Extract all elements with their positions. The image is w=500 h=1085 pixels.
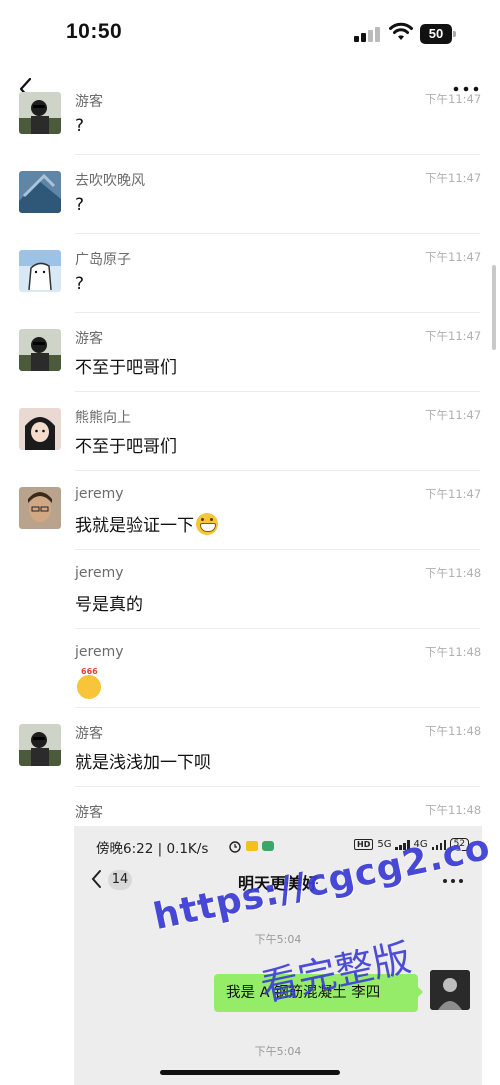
wifi-icon bbox=[389, 22, 413, 42]
sender-name: jeremy bbox=[75, 565, 124, 581]
message-text-content: 号是真的 bbox=[75, 595, 143, 615]
alarm-icon bbox=[229, 841, 241, 853]
message-time: 下午11:47 bbox=[425, 92, 482, 106]
cellular-signal-icon bbox=[354, 26, 382, 42]
message-item[interactable]: 游客 下午11:47 ? bbox=[0, 76, 500, 155]
message-item[interactable]: 去吹吹晚风 下午11:47 ? bbox=[0, 155, 500, 234]
message-text-content: ? bbox=[75, 274, 85, 294]
message-text bbox=[75, 667, 101, 699]
shield-icon bbox=[262, 841, 274, 851]
message-text-content: 不至于吧哥们 bbox=[75, 358, 177, 378]
message-text: ? bbox=[75, 274, 84, 294]
message-time: 下午11:47 bbox=[425, 250, 482, 264]
message-item[interactable]: 广岛原子 下午11:47 ? bbox=[0, 234, 500, 313]
message-item[interactable]: 游客 下午11:47 不至于吧哥们 bbox=[0, 313, 500, 392]
sender-name: 游客 bbox=[75, 726, 103, 742]
message-text: 不至于吧哥们 bbox=[75, 353, 177, 378]
embedded-timestamp: 下午5:04 bbox=[254, 933, 302, 946]
embedded-timestamp: 下午5:04 bbox=[254, 1045, 302, 1058]
message-text-content: ? bbox=[75, 116, 85, 136]
message-time: 下午11:47 bbox=[425, 171, 482, 185]
message-text-content: 就是浅浅加一下呗 bbox=[75, 753, 211, 773]
avatar bbox=[430, 970, 470, 1010]
message-text: 我就是验证一下 bbox=[75, 511, 218, 536]
avatar[interactable] bbox=[19, 487, 61, 529]
message-time: 下午11:48 bbox=[425, 645, 482, 659]
bubble-tail bbox=[417, 986, 423, 998]
avatar[interactable] bbox=[19, 171, 61, 213]
avatar[interactable] bbox=[19, 408, 61, 450]
battery-icon: 50 bbox=[420, 24, 456, 44]
app-badge-icon bbox=[246, 841, 258, 851]
sender-name: jeremy bbox=[75, 486, 124, 502]
scrollbar[interactable] bbox=[492, 265, 496, 350]
sender-name: 去吹吹晚风 bbox=[75, 173, 145, 189]
more-dots-icon bbox=[443, 879, 463, 883]
avatar[interactable] bbox=[19, 329, 61, 371]
message-time: 下午11:48 bbox=[425, 724, 482, 738]
message-item[interactable]: jeremy 下午11:48 bbox=[0, 629, 500, 708]
message-text-content: 不至于吧哥们 bbox=[75, 437, 177, 457]
message-time: 下午11:48 bbox=[425, 803, 482, 817]
avatar[interactable] bbox=[19, 724, 61, 766]
sender-name: 游客 bbox=[75, 805, 103, 821]
message-item[interactable]: jeremy 下午11:48 号是真的 bbox=[0, 550, 500, 629]
message-text: 号是真的 bbox=[75, 590, 143, 615]
status-bar: 10:50 50 bbox=[0, 0, 500, 68]
message-item[interactable]: 熊熊向上 下午11:47 不至于吧哥们 bbox=[0, 392, 500, 471]
sender-name: 熊熊向上 bbox=[75, 410, 131, 426]
message-text-content: ? bbox=[75, 195, 85, 215]
message-time: 下午11:47 bbox=[425, 408, 482, 422]
sender-name: 游客 bbox=[75, 94, 103, 110]
avatar[interactable] bbox=[19, 250, 61, 292]
message-text: 不至于吧哥们 bbox=[75, 432, 177, 457]
message-text-content: 我就是验证一下 bbox=[75, 516, 194, 536]
message-item[interactable]: 游客 下午11:48 就是浅浅加一下呗 bbox=[0, 708, 500, 787]
message-item[interactable]: jeremy 下午11:47 我就是验证一下 bbox=[0, 471, 500, 550]
message-time: 下午11:48 bbox=[425, 566, 482, 580]
avatar[interactable] bbox=[19, 92, 61, 134]
sender-name: jeremy bbox=[75, 644, 124, 660]
embedded-status-icons bbox=[228, 839, 274, 853]
status-time: 10:50 bbox=[66, 20, 123, 43]
666-emoji bbox=[77, 667, 101, 699]
message-text: ? bbox=[75, 195, 84, 215]
embedded-status-time: 傍晚6:22 | 0.1K/s bbox=[96, 841, 209, 857]
battery-level: 50 bbox=[420, 24, 452, 44]
message-text: 就是浅浅加一下呗 bbox=[75, 748, 211, 773]
message-time: 下午11:47 bbox=[425, 329, 482, 343]
sender-name: 游客 bbox=[75, 331, 103, 347]
message-time: 下午11:47 bbox=[425, 487, 482, 501]
hd-label: HD bbox=[354, 839, 374, 850]
grin-emoji bbox=[196, 512, 218, 535]
home-indicator[interactable] bbox=[160, 1070, 340, 1075]
sender-name: 广岛原子 bbox=[75, 252, 131, 268]
message-text: ? bbox=[75, 116, 84, 136]
